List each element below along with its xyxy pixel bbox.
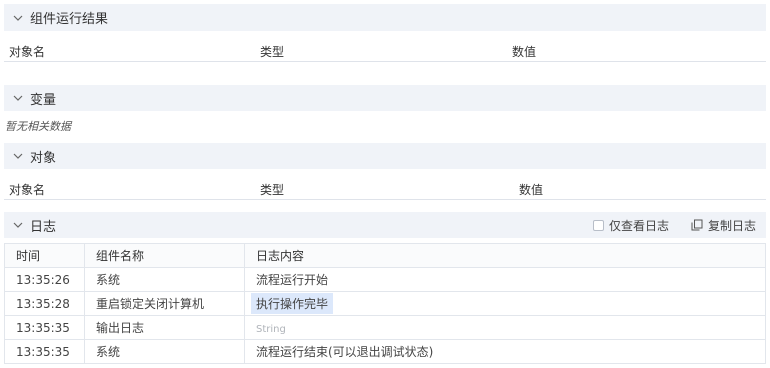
copy-log-label: 复制日志 [707,218,756,233]
log-component: 输出日志 [84,315,245,340]
table-row[interactable]: 13:35:28 重启锁定关闭计算机 执行操作完毕 [4,291,766,316]
chevron-down-icon[interactable] [10,10,26,26]
log-time: 13:35:26 [4,267,85,292]
log-time: 13:35:28 [4,291,85,316]
results-section-header[interactable]: 组件运行结果 [4,4,766,31]
log-component: 重启锁定关闭计算机 [84,291,245,316]
log-actions: 仅查看日志 复制日志 [592,212,756,238]
results-section-title: 组件运行结果 [30,12,109,27]
only-view-log-checkbox[interactable] [592,219,604,231]
column-type: 类型 [260,183,285,197]
log-component: 系统 [84,267,245,292]
log-component: 系统 [84,339,245,364]
variables-section-header[interactable]: 变量 [4,85,766,111]
log-content: 执行操作完毕 [251,293,334,314]
log-content: 流程运行开始 [244,267,766,292]
column-log-content: 日志内容 [244,243,766,268]
only-view-log-toggle[interactable]: 仅查看日志 [592,217,669,234]
objects-section-header[interactable]: 对象 [4,143,766,169]
column-value: 数值 [512,45,537,59]
log-section-title: 日志 [30,219,57,235]
log-section-header[interactable]: 日志 仅查看日志 复制日志 [4,212,766,238]
only-view-log-label: 仅查看日志 [608,218,669,233]
debug-results-panel: 组件运行结果 对象名 类型 数值 变量 暂无相关数据 对象 对象名 类型 数值 … [0,0,770,368]
log-content: 流程运行结束(可以退出调试状态) [244,339,766,364]
results-column-header: 对象名 类型 数值 [4,38,766,62]
variables-empty-text: 暂无相关数据 [5,120,71,133]
column-object-name: 对象名 [9,183,46,197]
column-object-name: 对象名 [9,45,46,59]
copy-log-button[interactable]: 复制日志 [691,217,756,234]
objects-section-title: 对象 [30,150,57,166]
log-content: String [256,323,286,335]
variables-section-title: 变量 [30,92,57,108]
column-type: 类型 [260,45,285,59]
log-content-cell: 执行操作完毕 [244,291,766,316]
objects-column-header: 对象名 类型 数值 [4,176,766,200]
chevron-down-icon[interactable] [10,217,26,233]
table-row[interactable]: 13:35:35 输出日志 String [4,315,766,340]
log-table: 时间 组件名称 日志内容 13:35:26 系统 流程运行开始 13:35:28… [4,243,766,364]
column-component-name: 组件名称 [84,243,245,268]
log-table-header: 时间 组件名称 日志内容 [4,243,766,268]
log-content-cell: String [244,315,766,340]
table-row[interactable]: 13:35:26 系统 流程运行开始 [4,267,766,292]
table-row[interactable]: 13:35:35 系统 流程运行结束(可以退出调试状态) [4,339,766,364]
log-time: 13:35:35 [4,315,85,340]
chevron-down-icon[interactable] [10,90,26,106]
column-value: 数值 [519,183,544,197]
column-time: 时间 [4,243,85,268]
copy-icon [691,219,703,231]
log-time: 13:35:35 [4,339,85,364]
chevron-down-icon[interactable] [10,148,26,164]
